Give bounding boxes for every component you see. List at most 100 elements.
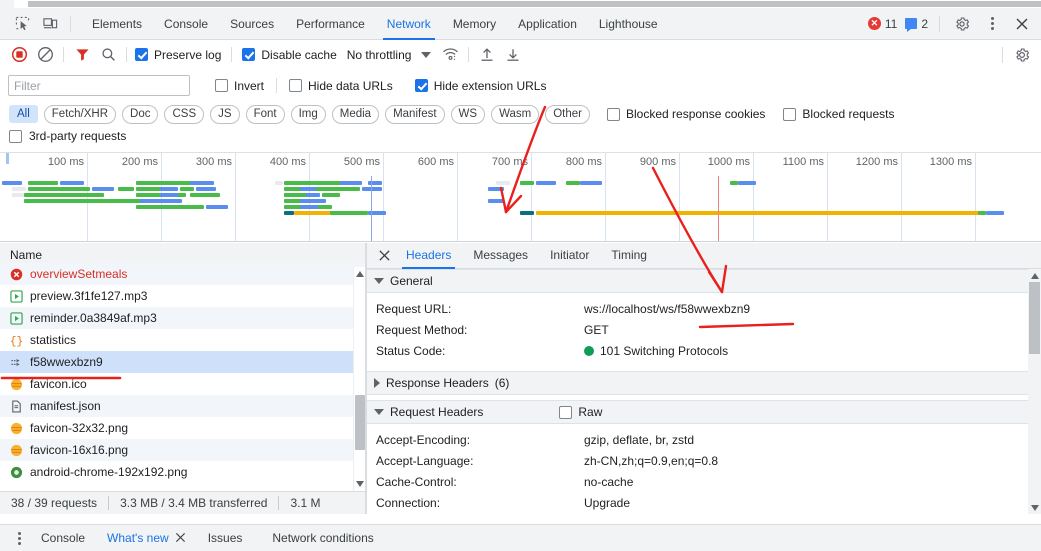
tab-application[interactable]: Application xyxy=(507,8,588,40)
import-har-icon[interactable] xyxy=(474,43,500,67)
request-row[interactable]: overviewSetmeals xyxy=(0,263,365,285)
blocked-response-cookies-label: Blocked response cookies xyxy=(626,107,766,121)
disable-cache-checkbox[interactable] xyxy=(242,48,256,61)
type-chip-font[interactable]: Font xyxy=(245,104,285,124)
type-chip-ws[interactable]: WS xyxy=(450,104,486,124)
tab-performance[interactable]: Performance xyxy=(285,8,376,40)
hide-extension-urls-checkbox[interactable] xyxy=(414,79,428,92)
drawer-tab-whats-new[interactable]: What's new xyxy=(96,525,197,551)
blocked-requests-control[interactable]: Blocked requests xyxy=(783,107,894,121)
third-party-requests-control[interactable]: 3rd-party requests xyxy=(9,129,126,143)
type-chip-doc[interactable]: Doc xyxy=(122,104,159,124)
request-name: reminder.0a3849af.mp3 xyxy=(30,311,157,325)
header-value: zh-CN,zh;q=0.9,en;q=0.8 xyxy=(584,453,719,468)
throttling-select[interactable]: No throttling xyxy=(347,48,432,62)
drawer-tab-issues[interactable]: Issues xyxy=(197,525,254,551)
requests-scrollbar-thumb[interactable] xyxy=(355,395,365,450)
request-row[interactable]: android-chrome-192x192.png xyxy=(0,461,365,483)
scroll-down-icon[interactable] xyxy=(1028,501,1041,514)
details-tabbar: Headers Messages Initiator Timing xyxy=(367,243,1041,269)
type-chip-media[interactable]: Media xyxy=(331,104,380,124)
raw-checkbox[interactable] xyxy=(559,405,573,419)
scroll-up-icon[interactable] xyxy=(1028,269,1041,282)
more-options-icon[interactable] xyxy=(978,10,1006,38)
requests-list[interactable]: overviewSetmeals preview.3f1fe127.mp3 remi… xyxy=(0,263,365,487)
preserve-log-control[interactable]: Preserve log xyxy=(135,48,221,62)
tab-elements[interactable]: Elements xyxy=(81,8,153,40)
drawer-tab-network-conditions[interactable]: Network conditions xyxy=(261,525,384,551)
request-row[interactable]: manifest.json xyxy=(0,395,365,417)
type-chip-css[interactable]: CSS xyxy=(164,104,205,124)
network-settings-gear-icon[interactable] xyxy=(1009,43,1035,67)
tab-lighthouse[interactable]: Lighthouse xyxy=(588,8,669,40)
search-icon[interactable] xyxy=(95,43,121,67)
request-row[interactable]: favicon.ico xyxy=(0,373,365,395)
details-scrollbar[interactable] xyxy=(1028,269,1041,514)
network-overview-timeline[interactable]: 100 ms 200 ms 300 ms 400 ms 500 ms 600 ms 700 … xyxy=(0,152,1041,242)
drawer-tab-close-icon[interactable] xyxy=(175,525,186,551)
preserve-log-checkbox[interactable] xyxy=(135,48,148,61)
tab-network[interactable]: Network xyxy=(376,8,442,40)
filter-input[interactable] xyxy=(8,75,190,96)
hide-extension-urls-control[interactable]: Hide extension URLs xyxy=(414,79,546,93)
hide-data-urls-control[interactable]: Hide data URLs xyxy=(289,79,393,93)
hide-data-urls-checkbox[interactable] xyxy=(289,79,303,92)
tab-memory[interactable]: Memory xyxy=(442,8,507,40)
type-chip-wasm[interactable]: Wasm xyxy=(491,104,540,124)
scrollbar-thumb[interactable] xyxy=(28,1,1041,7)
disable-cache-control[interactable]: Disable cache xyxy=(242,48,337,62)
filter-toggle-icon[interactable] xyxy=(69,43,95,67)
record-button[interactable] xyxy=(6,43,32,67)
type-chip-img[interactable]: Img xyxy=(290,104,326,124)
details-scrollbar-thumb[interactable] xyxy=(1029,282,1040,354)
export-har-icon[interactable] xyxy=(500,43,526,67)
details-tab-timing[interactable]: Timing xyxy=(600,243,658,269)
request-row[interactable]: preview.3f1fe127.mp3 xyxy=(0,285,365,307)
requests-scrollbar[interactable] xyxy=(353,267,365,491)
network-status-bar: 38 / 39 requests 3.3 MB / 3.4 MB transfe… xyxy=(0,491,365,514)
type-chip-all[interactable]: All xyxy=(9,105,38,123)
close-icon[interactable] xyxy=(1008,10,1036,38)
details-tab-messages[interactable]: Messages xyxy=(462,243,539,269)
device-toolbar-icon[interactable] xyxy=(36,10,64,38)
blocked-response-cookies-checkbox[interactable] xyxy=(607,107,620,121)
section-general-header[interactable]: General xyxy=(367,269,1041,293)
header-row-accept-language: Accept-Language: zh-CN,zh;q=0.9,en;q=0.8 xyxy=(367,450,1041,471)
section-response-headers-header[interactable]: Response Headers (6) xyxy=(367,371,1041,395)
timeline-bar xyxy=(196,187,216,191)
request-row[interactable]: reminder.0a3849af.mp3 xyxy=(0,307,365,329)
request-row[interactable]: favicon-16x16.png xyxy=(0,439,365,461)
request-row[interactable]: f58wwexbzn9 xyxy=(0,351,365,373)
inspect-element-icon[interactable] xyxy=(8,10,36,38)
tab-console[interactable]: Console xyxy=(153,8,219,40)
request-row[interactable]: favicon-32x32.png xyxy=(0,417,365,439)
gear-icon[interactable] xyxy=(948,10,976,38)
blocked-response-cookies-control[interactable]: Blocked response cookies xyxy=(607,107,765,121)
clear-button[interactable] xyxy=(32,43,58,67)
section-response-headers-count: (6) xyxy=(494,376,510,390)
invert-checkbox[interactable] xyxy=(215,79,228,92)
drawer-more-icon[interactable] xyxy=(8,527,30,549)
timeline-bar xyxy=(330,211,368,215)
type-chip-manifest[interactable]: Manifest xyxy=(385,104,445,124)
error-count-badge[interactable]: ✕ 11 xyxy=(865,17,900,31)
message-count-badge[interactable]: 2 xyxy=(902,17,931,32)
timeline-bar xyxy=(566,181,580,185)
details-tab-initiator[interactable]: Initiator xyxy=(539,243,600,269)
details-close-icon[interactable] xyxy=(373,243,395,269)
details-tab-headers[interactable]: Headers xyxy=(395,243,462,269)
type-chip-fetch-xhr[interactable]: Fetch/XHR xyxy=(43,104,117,124)
network-conditions-icon[interactable] xyxy=(437,43,463,67)
section-request-headers-header[interactable]: Request Headers Raw xyxy=(367,400,1041,424)
invert-control[interactable]: Invert xyxy=(215,79,264,93)
timeline-bar xyxy=(92,187,114,191)
blocked-requests-checkbox[interactable] xyxy=(783,107,797,121)
type-chip-js[interactable]: JS xyxy=(210,104,240,124)
detail-value-request-url[interactable]: ws://localhost/ws/f58wwexbzn9 xyxy=(584,302,750,316)
third-party-checkbox[interactable] xyxy=(9,129,22,143)
type-chip-other[interactable]: Other xyxy=(545,104,590,124)
section-request-headers-rows: Accept-Encoding: gzip, deflate, br, zstd… xyxy=(367,424,1041,514)
drawer-tab-console[interactable]: Console xyxy=(30,525,96,551)
request-row[interactable]: {} statistics xyxy=(0,329,365,351)
tab-sources[interactable]: Sources xyxy=(219,8,285,40)
